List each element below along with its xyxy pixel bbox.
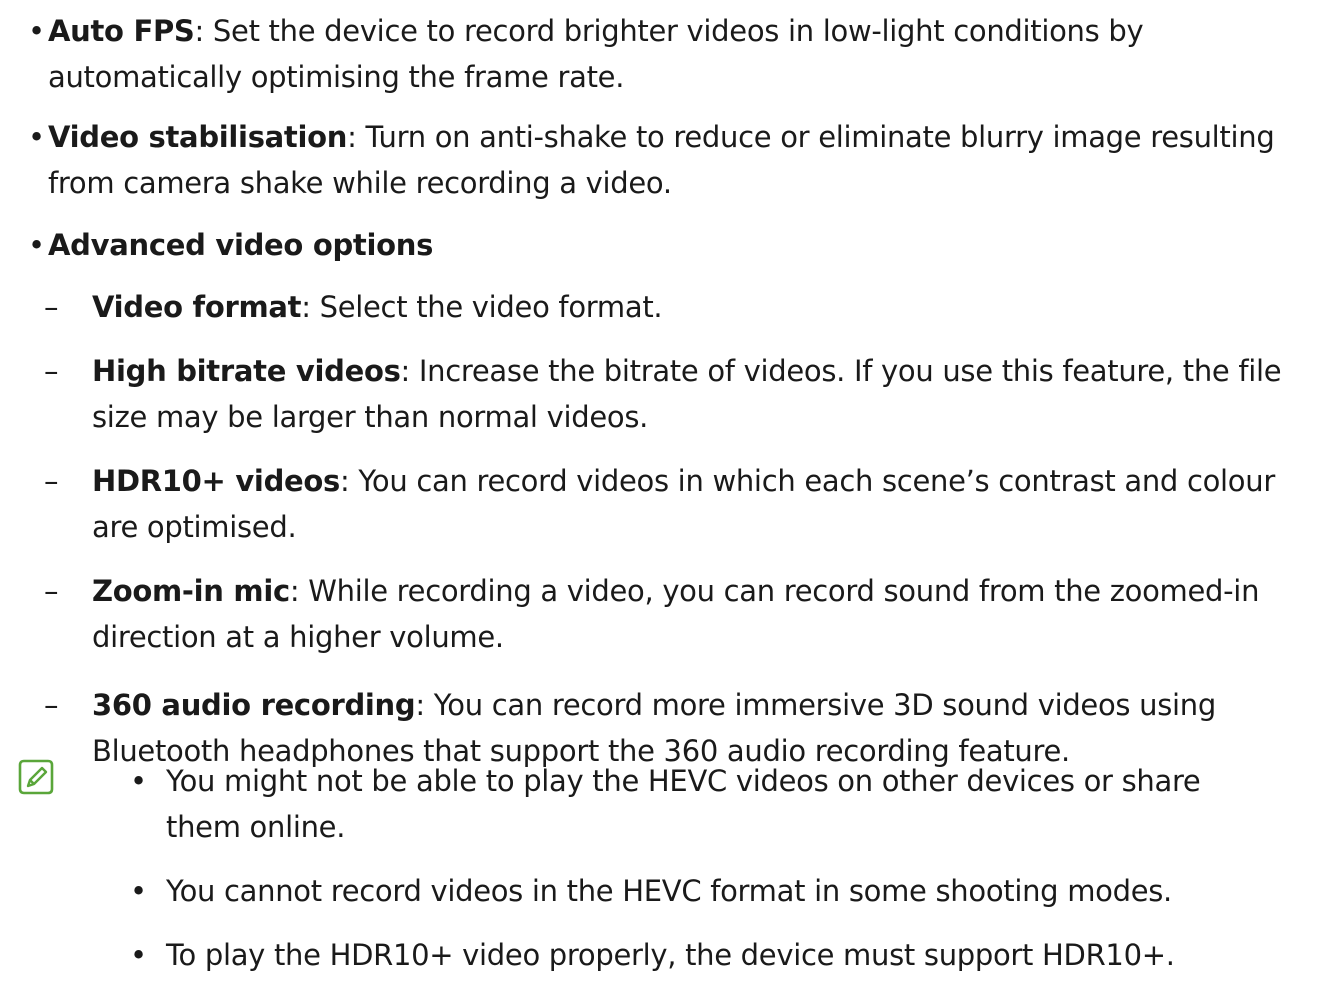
dash-marker: –: [44, 688, 59, 722]
note-text: To play the HDR10+ video properly, the d…: [166, 938, 1175, 972]
bullet-marker: •: [28, 120, 45, 154]
item-term: Zoom-in mic: [92, 574, 290, 608]
bullet-marker: •: [130, 938, 147, 972]
item-text: : While recording a video, you can recor…: [289, 574, 1260, 608]
item-term: High bitrate videos: [92, 354, 401, 388]
sub-item-zoom-in-mic: – Zoom-in mic: While recording a video, …: [0, 568, 1259, 660]
item-text-continued: size may be larger than normal videos.: [92, 400, 649, 434]
dash-marker: –: [44, 354, 59, 388]
item-text: : You can record more immersive 3D sound…: [415, 688, 1216, 722]
item-term: Video format: [92, 290, 302, 324]
sub-item-high-bitrate-videos: – High bitrate videos: Increase the bitr…: [0, 348, 1282, 440]
list-item-auto-fps: • Auto FPS: Set the device to record bri…: [0, 8, 1144, 100]
list-item-video-stabilisation: • Video stabilisation: Turn on anti-shak…: [0, 114, 1275, 206]
item-term: HDR10+ videos: [92, 464, 340, 498]
manual-page: • Auto FPS: Set the device to record bri…: [0, 0, 1344, 991]
item-term: Auto FPS: [48, 14, 195, 48]
list-item-advanced-video-options: • Advanced video options: [0, 222, 433, 268]
note-text: You cannot record videos in the HEVC for…: [166, 874, 1172, 908]
item-text: : Select the video format.: [301, 290, 663, 324]
note-item-hevc-playback: • You might not be able to play the HEVC…: [0, 758, 1201, 850]
item-text-continued: direction at a higher volume.: [92, 620, 504, 654]
item-text: : Turn on anti-shake to reduce or elimin…: [347, 120, 1275, 154]
item-text: : Set the device to record brighter vide…: [194, 14, 1144, 48]
dash-marker: –: [44, 464, 59, 498]
item-term: Video stabilisation: [48, 120, 348, 154]
note-text: You might not be able to play the HEVC v…: [166, 764, 1201, 798]
item-text: : You can record videos in which each sc…: [339, 464, 1275, 498]
bullet-marker: •: [28, 14, 45, 48]
bullet-marker: •: [130, 764, 147, 798]
sub-item-video-format: – Video format: Select the video format.: [0, 284, 663, 330]
item-text-continued: from camera shake while recording a vide…: [48, 166, 672, 200]
item-text-continued: automatically optimising the frame rate.: [48, 60, 625, 94]
item-term: 360 audio recording: [92, 688, 416, 722]
note-text-continued: them online.: [166, 810, 346, 844]
item-text: : Increase the bitrate of videos. If you…: [400, 354, 1282, 388]
dash-marker: –: [44, 290, 59, 324]
item-term: Advanced video options: [48, 228, 434, 262]
bullet-marker: •: [28, 228, 45, 262]
item-text-continued: are optimised.: [92, 510, 297, 544]
dash-marker: –: [44, 574, 59, 608]
note-item-hevc-shooting-modes: • You cannot record videos in the HEVC f…: [0, 868, 1172, 914]
sub-item-hdr10-videos: – HDR10+ videos: You can record videos i…: [0, 458, 1275, 550]
bullet-marker: •: [130, 874, 147, 908]
note-item-hdr10-support: • To play the HDR10+ video properly, the…: [0, 932, 1175, 978]
